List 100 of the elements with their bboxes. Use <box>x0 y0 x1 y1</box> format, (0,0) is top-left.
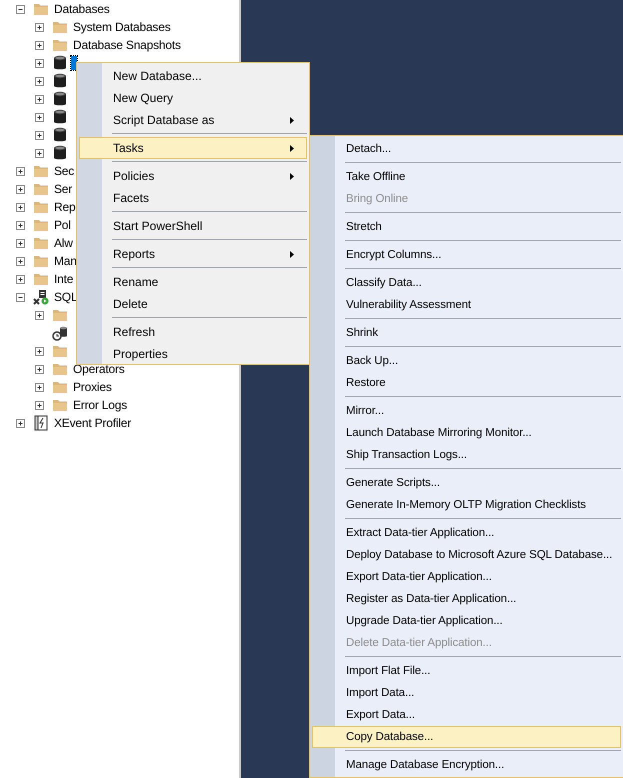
expand-icon[interactable] <box>35 346 44 356</box>
menu-item[interactable]: Rename <box>79 271 307 293</box>
tree-node-label[interactable]: Database Snapshots <box>71 37 183 53</box>
folder-icon <box>52 38 68 52</box>
menu-item[interactable]: Import Flat File... <box>312 660 621 682</box>
folder-icon <box>52 20 68 34</box>
selection-highlight[interactable] <box>71 56 77 70</box>
menu-item[interactable]: Import Data... <box>312 682 621 704</box>
tree-node-label[interactable]: System Databases <box>71 19 173 35</box>
menu-item[interactable]: Policies <box>79 165 307 187</box>
folder-icon <box>33 254 49 268</box>
tree-node-label[interactable]: Inte <box>52 271 76 287</box>
menu-item[interactable]: New Database... <box>79 65 307 87</box>
database-icon <box>53 109 67 125</box>
menu-item[interactable]: Upgrade Data-tier Application... <box>312 610 621 632</box>
collapse-icon[interactable] <box>16 292 25 302</box>
submenu-arrow-icon <box>290 116 294 124</box>
folder-icon <box>52 308 68 322</box>
database-icon <box>53 145 67 161</box>
expand-icon[interactable] <box>35 148 44 158</box>
expand-icon[interactable] <box>16 274 25 284</box>
expand-icon[interactable] <box>35 22 44 32</box>
submenu-arrow-icon <box>290 144 294 152</box>
menu-item[interactable]: Register as Data-tier Application... <box>312 588 621 610</box>
menu-item[interactable]: Copy Database... <box>312 726 621 748</box>
folder-icon <box>33 218 49 232</box>
folder-icon <box>52 380 68 394</box>
expand-icon[interactable] <box>35 112 44 122</box>
menu-item[interactable]: Manage Database Encryption... <box>312 754 621 776</box>
expand-icon[interactable] <box>35 130 44 140</box>
tree-node-label[interactable]: Proxies <box>71 379 114 395</box>
menu-item[interactable]: Mirror... <box>312 400 621 422</box>
folder-icon <box>33 200 49 214</box>
tree-node-label[interactable]: Ser <box>52 181 74 197</box>
menu-item[interactable]: Classify Data... <box>312 272 621 294</box>
expand-icon[interactable] <box>35 58 44 68</box>
menu-item[interactable]: Detach... <box>312 138 621 160</box>
menu-item[interactable]: Start PowerShell <box>79 215 307 237</box>
menu-item[interactable]: Back Up... <box>312 350 621 372</box>
folder-icon <box>33 272 49 286</box>
menu-item[interactable]: Shrink <box>312 322 621 344</box>
collapse-icon[interactable] <box>16 4 25 14</box>
database-icon <box>53 73 67 89</box>
tree-node-label[interactable]: Pol <box>52 217 73 233</box>
expand-icon[interactable] <box>35 382 44 392</box>
tree-node-label[interactable]: XEvent Profiler <box>52 415 134 431</box>
job-monitor-icon <box>52 325 68 341</box>
tree-node-label[interactable]: Rep <box>52 199 78 215</box>
expand-icon[interactable] <box>16 256 25 266</box>
menu-item[interactable]: Launch Database Mirroring Monitor... <box>312 422 621 444</box>
tree-node-label[interactable]: Alw <box>52 235 75 251</box>
tree-node-label[interactable]: Error Logs <box>71 397 130 413</box>
database-icon <box>53 127 67 143</box>
tree-node-label[interactable]: Sec <box>52 163 76 179</box>
agent-icon <box>33 289 49 305</box>
tree-node-label[interactable]: SQL <box>52 289 80 305</box>
folder-icon <box>52 398 68 412</box>
menu-item[interactable]: Tasks <box>79 137 307 159</box>
database-icon <box>53 55 67 71</box>
database-icon <box>53 91 67 107</box>
folder-icon <box>52 362 68 376</box>
expand-icon[interactable] <box>35 310 44 320</box>
folder-icon <box>33 236 49 250</box>
menu-item[interactable]: Generate In-Memory OLTP Migration Checklists <box>312 494 621 516</box>
menu-item[interactable]: Script Database as <box>79 109 307 131</box>
expand-icon[interactable] <box>16 202 25 212</box>
expand-icon[interactable] <box>16 418 25 428</box>
menu-item[interactable]: Ship Transaction Logs... <box>312 444 621 466</box>
tree-node-label[interactable]: Man <box>52 253 79 269</box>
profiler-icon <box>34 415 48 431</box>
submenu-arrow-icon <box>290 172 294 180</box>
menu-item[interactable]: Export Data... <box>312 704 621 726</box>
menu-item[interactable]: Reports <box>79 243 307 265</box>
menu-item[interactable]: Delete <box>79 293 307 315</box>
folder-icon <box>33 2 49 16</box>
menu-item[interactable]: Deploy Database to Microsoft Azure SQL Database... <box>312 544 621 566</box>
menu-item[interactable]: New Query <box>79 87 307 109</box>
submenu-arrow-icon <box>290 250 294 258</box>
menu-item[interactable]: Extract Data-tier Application... <box>312 522 621 544</box>
tree-node-label[interactable]: Databases <box>52 1 112 17</box>
folder-icon <box>52 344 68 358</box>
menu-item[interactable]: Facets <box>79 187 307 209</box>
menu-item[interactable]: Vulnerability Assessment <box>312 294 621 316</box>
expand-icon[interactable] <box>35 400 44 410</box>
expand-icon[interactable] <box>16 166 25 176</box>
menu-item[interactable]: Refresh <box>79 321 307 343</box>
expand-icon[interactable] <box>16 220 25 230</box>
expand-icon[interactable] <box>35 364 44 374</box>
expand-icon[interactable] <box>16 184 25 194</box>
folder-icon <box>33 164 49 178</box>
menu-item[interactable]: Encrypt Columns... <box>312 244 621 266</box>
menu-item[interactable]: Stretch <box>312 216 621 238</box>
expand-icon[interactable] <box>35 40 44 50</box>
expand-icon[interactable] <box>35 94 44 104</box>
menu-item[interactable]: Take Offline <box>312 166 621 188</box>
menu-item[interactable]: Generate Scripts... <box>312 472 621 494</box>
menu-item[interactable]: Export Data-tier Application... <box>312 566 621 588</box>
expand-icon[interactable] <box>35 76 44 86</box>
menu-item[interactable]: Restore <box>312 372 621 394</box>
expand-icon[interactable] <box>16 238 25 248</box>
